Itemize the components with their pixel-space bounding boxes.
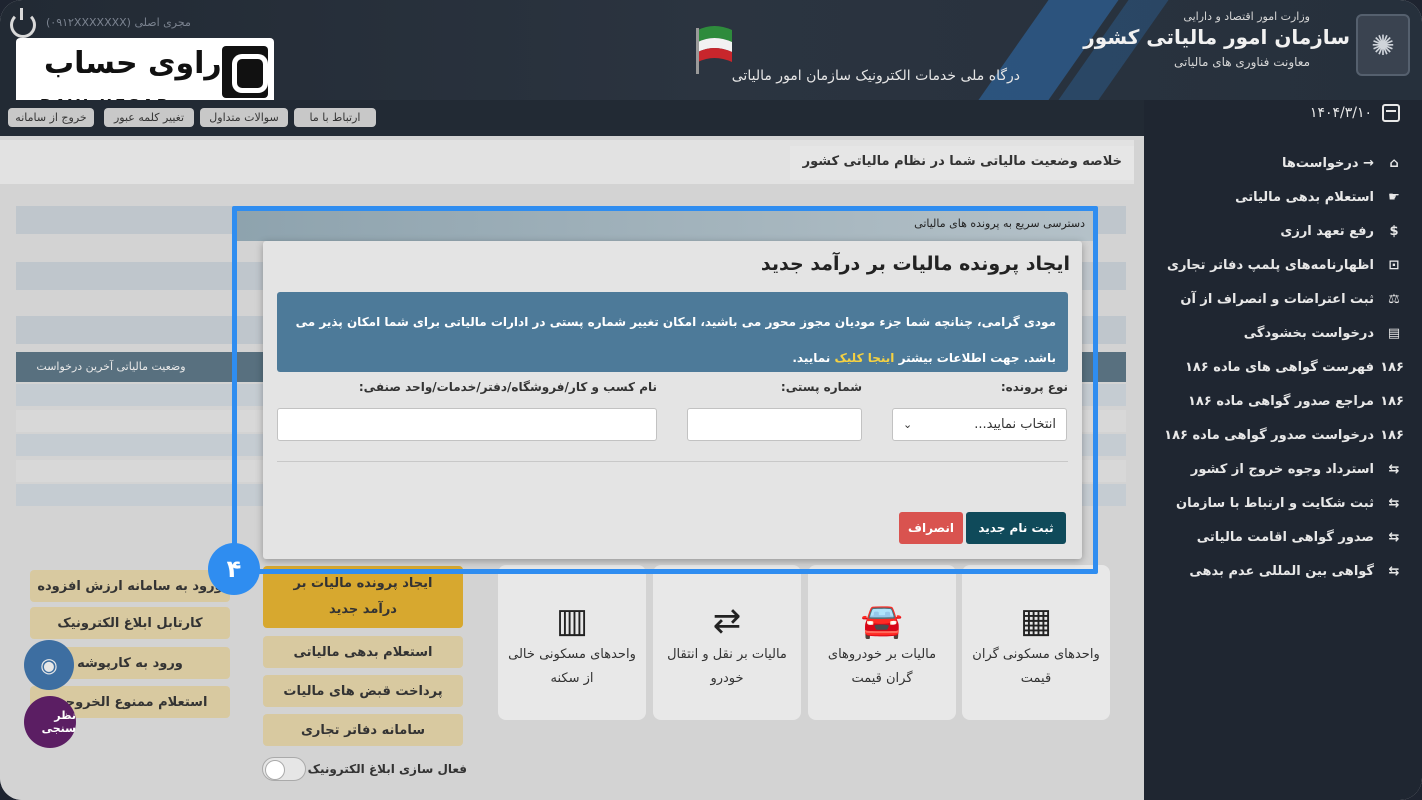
186-icon: ۱۸۶	[1380, 427, 1404, 443]
sidebar-item-exit-refund[interactable]: ⇆ استرداد وجوه خروج از کشور	[1164, 452, 1404, 486]
sidebar-item-forgiveness[interactable]: ▤ درخواست بخشودگی	[1164, 316, 1404, 350]
portal-title: درگاه ملی خدمات الکترونیک سازمان امور ما…	[731, 68, 1020, 84]
vat-system-button[interactable]: ورود به سامانه ارزش افزوده	[30, 570, 230, 602]
register-new-button[interactable]: ثبت نام جدید	[966, 512, 1066, 544]
exchange-icon: ⇆	[1388, 529, 1400, 545]
file-type-value: انتخاب نمایید...	[974, 417, 1056, 432]
sidebar-item-complaint[interactable]: ⇆ ثبت شکایت و ارتباط با سازمان	[1164, 486, 1404, 520]
building-icon: ▦	[1019, 601, 1053, 641]
sidebar-menu: ⌂ → درخواست‌ها ☛ استعلام بدهی مالیاتی $ رف…	[1164, 146, 1404, 588]
brand-name-fa: راوی حساب	[44, 46, 223, 81]
nav-faq-button[interactable]: سوالات متداول	[200, 108, 288, 127]
brand-mark-icon	[222, 46, 268, 98]
sidebar-item-objections[interactable]: ⚖ ثبت اعتراضات و انصراف از آن	[1164, 282, 1404, 316]
sidebar-item-currency[interactable]: $ رفع تعهد ارزی	[1164, 214, 1404, 248]
app-window: (۰۹۱۲XXXXXXX) مجری اصلی درگاه ملی خدمات …	[0, 0, 1422, 800]
tile-vacant-housing[interactable]: ▥ واحدهای مسکونی خالی از سکنه	[498, 565, 646, 720]
power-icon[interactable]	[10, 8, 36, 38]
dollar-icon: $	[1389, 223, 1399, 239]
car-transfer-icon: ⇄	[712, 601, 742, 641]
186-icon: ۱۸۶	[1380, 393, 1404, 409]
pay-tax-bills-button[interactable]: پرداخت قبض های مالیات	[263, 675, 463, 707]
sidebar-item-residency[interactable]: ⇆ صدور گواهی اقامت مالیاتی	[1164, 520, 1404, 554]
org-title-block: وزارت امور اقتصاد و دارایی سازمان امور م…	[1083, 10, 1350, 69]
calendar-icon	[1382, 104, 1400, 122]
alert-text: مودی گرامی، چنانچه شما جزء مودیان مجوز م…	[295, 315, 1056, 365]
e-notice-toggle[interactable]	[262, 757, 306, 781]
car-icon: 🚘	[860, 601, 904, 641]
create-file-modal: ایجاد پرونده مالیات بر درآمد جدید مودی گ…	[263, 241, 1082, 559]
business-name-input[interactable]	[277, 408, 657, 441]
tile-luxury-housing[interactable]: ▦ واحدهای مسکونی گران قیمت	[962, 565, 1110, 720]
debt-inquiry-button[interactable]: استعلام بدهی مالیاتی	[263, 636, 463, 668]
hand-icon: ☛	[1388, 189, 1400, 205]
toggle-label: فعال سازی ابلاغ الکترونیک	[307, 762, 467, 776]
top-nav: ارتباط با ما سوالات متداول تغییر کلمه عب…	[0, 100, 1144, 136]
step-badge: ۴	[208, 543, 260, 595]
nav-change-password-button[interactable]: تغییر کلمه عبور	[104, 108, 194, 127]
exchange-icon: ⇆	[1388, 461, 1400, 477]
emblem-icon: ✺	[1356, 14, 1410, 76]
alert-link[interactable]: اینجا کلیک	[835, 351, 895, 365]
ministry-name: وزارت امور اقتصاد و دارایی	[1183, 10, 1310, 23]
exchange-icon: ⇆	[1388, 495, 1400, 511]
commercial-books-button[interactable]: سامانه دفاتر تجاری	[263, 714, 463, 746]
create-income-tax-file-button[interactable]: ایجاد پرونده مالیات بر درآمد جدید	[263, 566, 463, 628]
sidebar-item-seal[interactable]: ⊡ اظهارنامه‌های پلمپ دفاتر تجاری	[1164, 248, 1404, 282]
sidebar-item-186-request[interactable]: ۱۸۶ درخواست صدور گواهی ماده ۱۸۶	[1164, 418, 1404, 452]
info-alert: مودی گرامی، چنانچه شما جزء مودیان مجوز م…	[277, 292, 1068, 372]
file-type-select[interactable]: انتخاب نمایید... ⌄	[892, 408, 1067, 441]
tile-car-transfer-tax[interactable]: ⇄ مالیات بر نقل و انتقال خودرو	[653, 565, 801, 720]
alert-suffix: نمایید.	[792, 351, 831, 365]
sidebar-item-label: → درخواست‌ها	[1282, 155, 1374, 171]
sidebar-item-intl-no-debt[interactable]: ⇆ گواهی بین المللی عدم بدهی	[1164, 554, 1404, 588]
sidebar-item-debt-inquiry[interactable]: ☛ استعلام بدهی مالیاتی	[1164, 180, 1404, 214]
date-value: ۱۴۰۴/۳/۱۰	[1309, 105, 1372, 121]
summary-title: خلاصه وضعیت مالیاتی شما در نظام مالیاتی …	[790, 146, 1134, 180]
sidebar-item-186-authorities[interactable]: ۱۸۶ مراجع صدور گواهی ماده ۱۸۶	[1164, 384, 1404, 418]
nav-logout-button[interactable]: خروج از سامانه	[8, 108, 94, 127]
e-notice-inbox-button[interactable]: کارتابل ابلاغ الکترونیک	[30, 607, 230, 639]
exchange-icon: ⇆	[1388, 563, 1400, 579]
postal-code-input[interactable]	[687, 408, 862, 441]
table-header-status: وضعیت مالیاتی آخرین درخواست	[36, 360, 186, 373]
tile-luxury-car-tax[interactable]: 🚘 مالیات بر خودروهای گران قیمت	[808, 565, 956, 720]
org-name: سازمان امور مالیاتی کشور	[1083, 25, 1350, 49]
survey-button[interactable]: نظر سنجی	[24, 696, 76, 748]
accessibility-eye-icon[interactable]: ◉	[24, 640, 74, 690]
business-name-label: نام کسب و کار/فروشگاه/دفتر/خدمات/واحد صن…	[358, 380, 657, 394]
file-type-label: نوع پرونده:	[1000, 380, 1068, 394]
chevron-down-icon: ⌄	[903, 418, 913, 431]
postal-code-label: شماره پستی:	[780, 380, 862, 394]
186-icon: ۱۸۶	[1380, 359, 1404, 375]
gavel-icon: ⚖	[1388, 291, 1400, 307]
current-date: ۱۴۰۴/۳/۱۰	[1310, 104, 1400, 122]
cancel-button[interactable]: انصراف	[899, 512, 963, 544]
user-info: (۰۹۱۲XXXXXXX) مجری اصلی	[46, 16, 191, 29]
modal-title: ایجاد پرونده مالیات بر درآمد جدید	[760, 253, 1070, 275]
empty-building-icon: ▥	[555, 601, 589, 641]
sidebar-item-requests[interactable]: ⌂ → درخواست‌ها	[1164, 146, 1404, 180]
sidebar-item-186-list[interactable]: ۱۸۶ فهرست گواهی های ماده ۱۸۶	[1164, 350, 1404, 384]
doc-icon: ▤	[1387, 325, 1401, 341]
nav-contact-button[interactable]: ارتباط با ما	[294, 108, 376, 127]
home-icon: ⌂	[1389, 155, 1399, 171]
modal-divider	[277, 461, 1068, 462]
lock-icon: ⊡	[1388, 257, 1400, 273]
org-subtitle: معاونت فناوری های مالیاتی	[1174, 55, 1310, 69]
e-notice-toggle-row: فعال سازی ابلاغ الکترونیک	[262, 756, 467, 782]
